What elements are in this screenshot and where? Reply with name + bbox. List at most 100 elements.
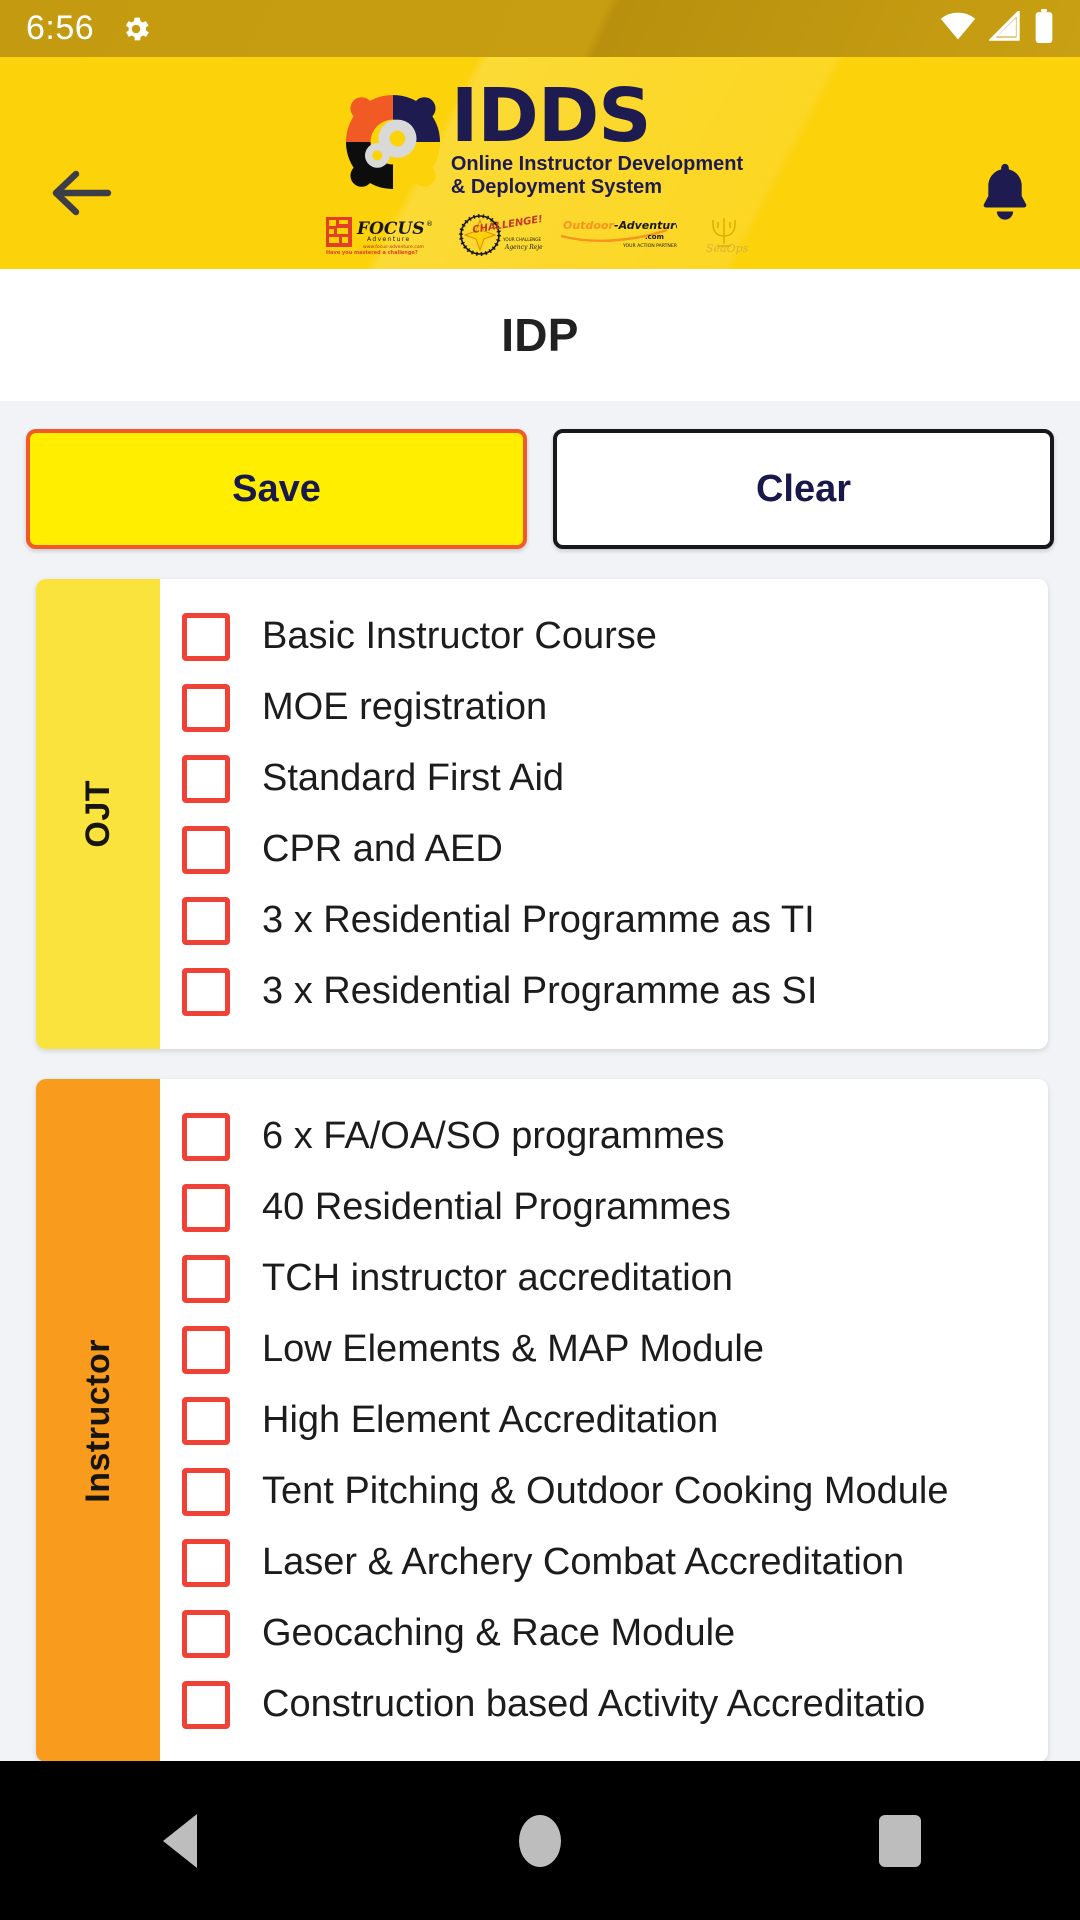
- checkbox[interactable]: [182, 1396, 230, 1445]
- nav-home-button[interactable]: [465, 1761, 615, 1920]
- checklist-item-label: Low Elements & MAP Module: [262, 1328, 764, 1370]
- section-band: Instructor: [36, 1079, 160, 1761]
- section-label: OJT: [78, 780, 117, 848]
- svg-text:YOUR CHALLENGE: YOUR CHALLENGE: [502, 237, 542, 242]
- checkbox[interactable]: [182, 683, 230, 732]
- status-bar: 6:56: [0, 0, 1080, 57]
- checklist-item[interactable]: Basic Instructor Course: [182, 601, 1030, 672]
- svg-text:-Adventures: -Adventures: [614, 219, 677, 232]
- status-bar-time: 6:56: [26, 9, 95, 47]
- brand-text: IDDS Online Instructor Development & Dep…: [451, 79, 743, 200]
- checklist-card: OJT Basic Instructor Course MOE registrati…: [36, 579, 1048, 1049]
- nav-recents-button[interactable]: [825, 1761, 975, 1920]
- system-navigation-bar: [0, 1761, 1080, 1920]
- checklist-item-label: Laser & Archery Combat Accreditation: [262, 1541, 905, 1583]
- partner-logo-focus: FOCUS ® Adventure www.focus-adventure.co…: [325, 214, 443, 256]
- checklist-item-label: High Element Accreditation: [262, 1399, 719, 1441]
- battery-icon: [1034, 9, 1054, 48]
- content-scroll-area[interactable]: Save Clear OJT Basic Instructor Course MOE…: [0, 401, 1080, 1761]
- app-header: IDDS Online Instructor Development & Dep…: [0, 57, 1080, 269]
- page-title-bar: IDP: [0, 269, 1080, 401]
- wifi-icon: [940, 11, 976, 46]
- svg-text:CHALLENGE!: CHALLENGE!: [472, 214, 543, 236]
- checklist-item[interactable]: Tent Pitching & Outdoor Cooking Module: [182, 1456, 1030, 1527]
- checkbox[interactable]: [182, 825, 230, 874]
- checklist-card: Instructor 6 x FA/OA/SO programmes 40 Resi…: [36, 1079, 1048, 1761]
- section-label: Instructor: [78, 1338, 117, 1503]
- clear-button[interactable]: Clear: [553, 429, 1054, 549]
- svg-text:YOUR ACTION PARTNER: YOUR ACTION PARTNER: [622, 243, 677, 249]
- checkbox[interactable]: [182, 967, 230, 1016]
- svg-text:SeaOps: SeaOps: [706, 242, 749, 255]
- checklist-sections: OJT Basic Instructor Course MOE registrati…: [0, 579, 1080, 1761]
- checklist-item[interactable]: Low Elements & MAP Module: [182, 1314, 1030, 1385]
- checklist-item-label: Basic Instructor Course: [262, 615, 657, 657]
- checklist-item-label: Standard First Aid: [262, 757, 565, 799]
- nav-back-button[interactable]: [105, 1761, 255, 1920]
- page-title: IDP: [501, 309, 579, 361]
- checklist-item[interactable]: Standard First Aid: [182, 743, 1030, 814]
- checklist-item-label: CPR and AED: [262, 828, 503, 870]
- back-button[interactable]: [45, 165, 117, 225]
- section-band: OJT: [36, 579, 160, 1049]
- checkbox[interactable]: [182, 1325, 230, 1374]
- checklist-item[interactable]: 3 x Residential Programme as SI: [182, 956, 1030, 1027]
- partner-logo-challenge: CHALLENGE! YOUR CHALLENGE Agency Rejecti…: [459, 213, 543, 256]
- status-bar-icons: [940, 9, 1054, 48]
- checkbox[interactable]: [182, 1112, 230, 1161]
- checklist-item-label: MOE registration: [262, 686, 548, 728]
- action-buttons: Save Clear: [0, 401, 1080, 549]
- svg-text:®: ®: [426, 220, 433, 228]
- recents-square-icon: [879, 1814, 921, 1867]
- checklist-item-label: 3 x Residential Programme as TI: [262, 899, 815, 941]
- checkbox[interactable]: [182, 754, 230, 803]
- checkbox[interactable]: [182, 612, 230, 661]
- checklist-items: 6 x FA/OA/SO programmes 40 Residential Pr…: [160, 1079, 1048, 1761]
- checklist-item[interactable]: High Element Accreditation: [182, 1385, 1030, 1456]
- checklist-item[interactable]: 40 Residential Programmes: [182, 1172, 1030, 1243]
- back-arrow-icon: [50, 168, 112, 223]
- partner-logo-outdoor-adventures: Outdoor -Adventures .com YOUR ACTION PAR…: [559, 214, 677, 256]
- checklist-item[interactable]: MOE registration: [182, 672, 1030, 743]
- gear-icon: [120, 13, 152, 45]
- checklist-item-label: Construction based Activity Accreditatio: [262, 1683, 926, 1725]
- checkbox[interactable]: [182, 896, 230, 945]
- brand-subtitle: Online Instructor Development & Deployme…: [451, 153, 743, 200]
- svg-text:Agency Rejection: Agency Rejection: [504, 244, 543, 251]
- checklist-item[interactable]: Construction based Activity Accreditatio: [182, 1669, 1030, 1740]
- checkbox[interactable]: [182, 1183, 230, 1232]
- checklist-item-label: 3 x Residential Programme as SI: [262, 970, 818, 1012]
- back-triangle-icon: [163, 1813, 197, 1868]
- checklist-item[interactable]: 3 x Residential Programme as TI: [182, 885, 1030, 956]
- checklist-items: Basic Instructor Course MOE registration S…: [160, 579, 1048, 1049]
- checklist-item[interactable]: CPR and AED: [182, 814, 1030, 885]
- home-circle-icon: [519, 1814, 561, 1867]
- checklist-item[interactable]: Laser & Archery Combat Accreditation: [182, 1527, 1030, 1598]
- notification-button[interactable]: [968, 157, 1042, 231]
- checklist-item-label: Tent Pitching & Outdoor Cooking Module: [262, 1470, 949, 1512]
- checklist-item-label: 40 Residential Programmes: [262, 1186, 731, 1228]
- save-button[interactable]: Save: [26, 429, 527, 549]
- bell-icon: [976, 161, 1034, 228]
- checkbox[interactable]: [182, 1609, 230, 1658]
- svg-text:Have you mastered a challenge?: Have you mastered a challenge?: [326, 250, 418, 256]
- svg-text:.com: .com: [645, 233, 664, 241]
- idds-emblem-icon: [337, 86, 449, 198]
- checklist-item[interactable]: 6 x FA/OA/SO programmes: [182, 1101, 1030, 1172]
- brand-logo: IDDS Online Instructor Development & Dep…: [0, 79, 1080, 258]
- svg-text:Adventure: Adventure: [367, 236, 411, 243]
- checklist-item[interactable]: Geocaching & Race Module: [182, 1598, 1030, 1669]
- brand-row: IDDS Online Instructor Development & Dep…: [337, 79, 743, 200]
- checkbox[interactable]: [182, 1254, 230, 1303]
- partner-logo-seaops: SeaOps: [693, 214, 755, 256]
- checkbox[interactable]: [182, 1538, 230, 1587]
- checkbox[interactable]: [182, 1467, 230, 1516]
- checklist-item[interactable]: TCH instructor accreditation: [182, 1243, 1030, 1314]
- checklist-item-label: TCH instructor accreditation: [262, 1257, 733, 1299]
- brand-subtitle-line1: Online Instructor Development: [450, 152, 744, 175]
- phone-screen: 6:56 IDDS Online Instructor Development …: [0, 0, 1080, 1920]
- brand-subtitle-line2: & Deployment System: [450, 176, 663, 199]
- checklist-item-label: Geocaching & Race Module: [262, 1612, 736, 1654]
- svg-text:Outdoor: Outdoor: [563, 219, 614, 232]
- checkbox[interactable]: [182, 1680, 230, 1729]
